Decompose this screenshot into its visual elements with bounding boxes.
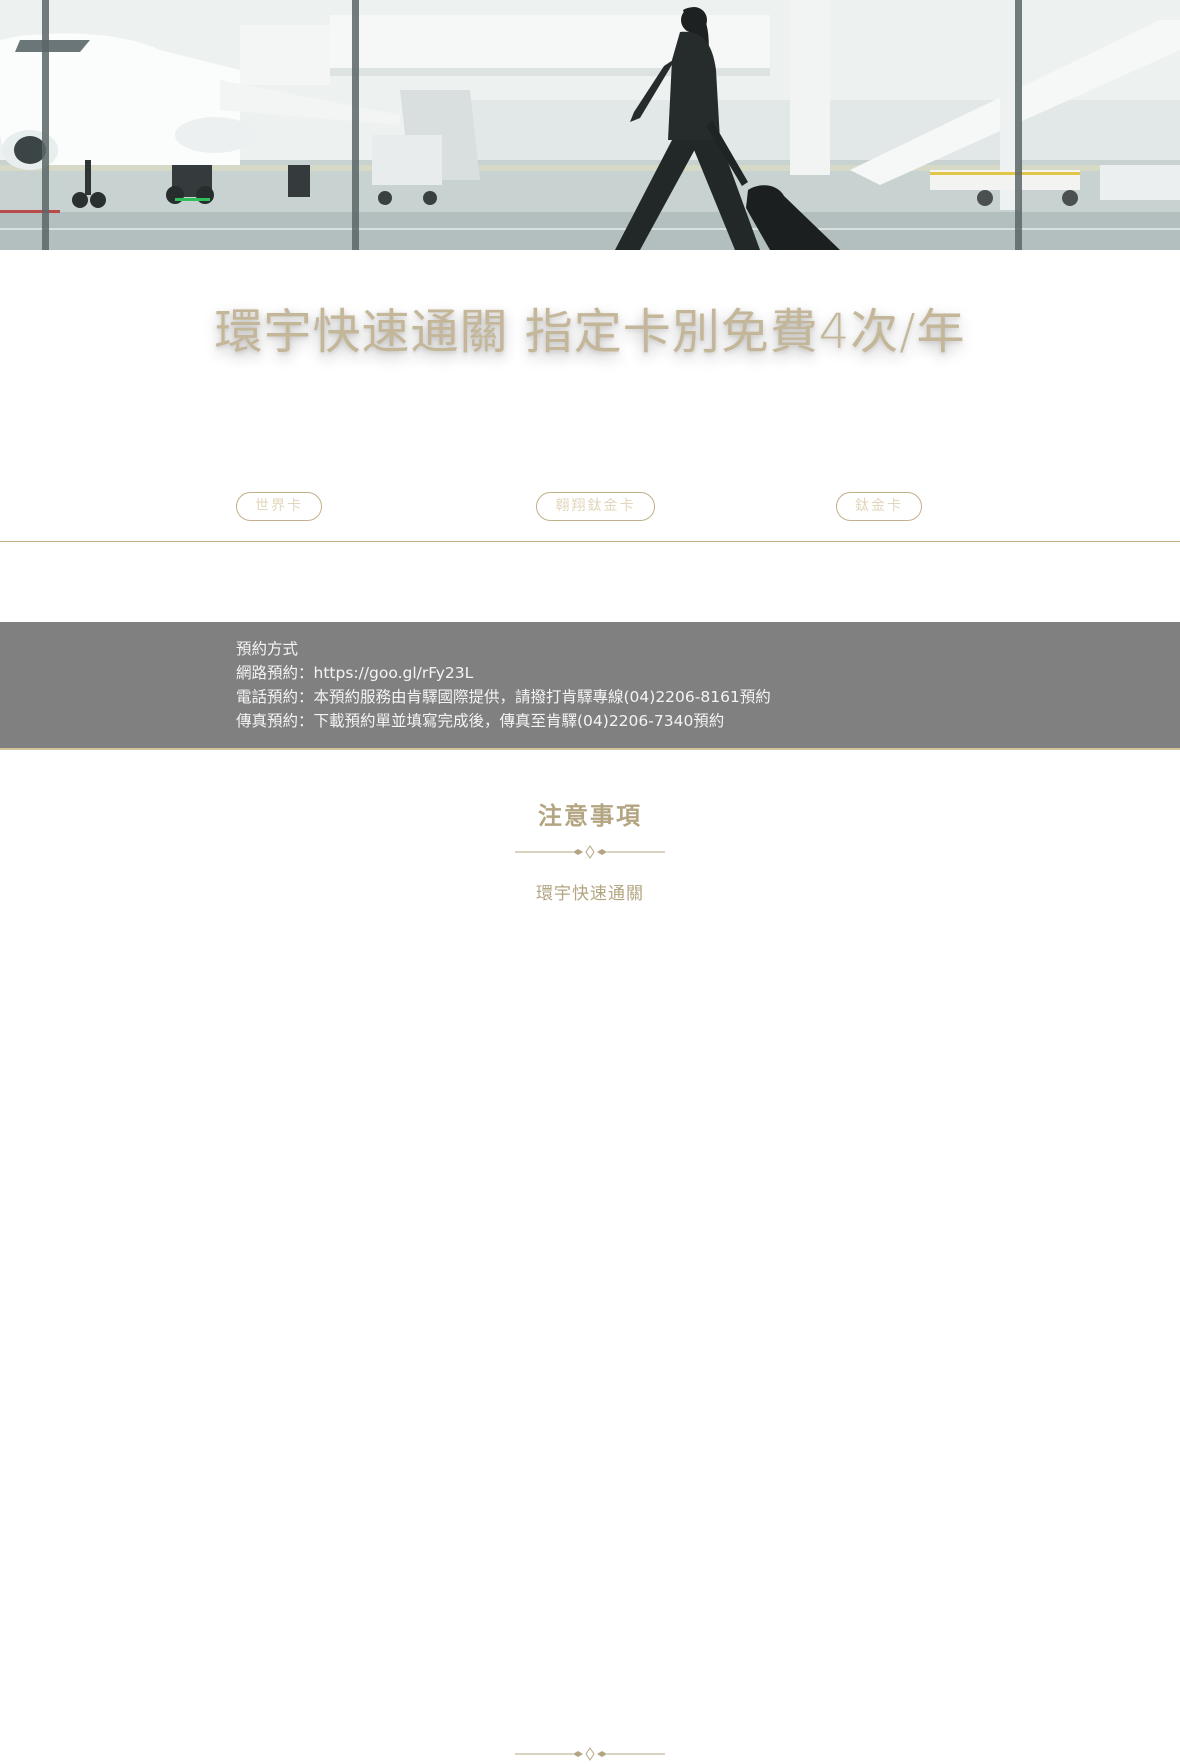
tab-titanium-card[interactable]: 鈦金卡 [836, 492, 922, 521]
page: 環宇快速通關 指定卡別免費4次/年 世界卡 翱翔鈦金卡 鈦金卡 預約方式 網路預… [0, 0, 1180, 1764]
notes-heading: 注意事項 [538, 802, 642, 830]
ornament-divider-icon [515, 1747, 665, 1761]
notes-subheading: 環宇快速通關 [536, 884, 644, 904]
reservation-online: 網路預約：https://goo.gl/rFy23L [236, 664, 474, 682]
hero-banner-image [0, 0, 1180, 250]
tab-world-card[interactable]: 世界卡 [236, 492, 322, 521]
tab-aoxiang-titanium-card[interactable]: 翱翔鈦金卡 [536, 492, 655, 521]
reservation-heading: 預約方式 [236, 640, 299, 658]
reservation-fax: 傳真預約：下載預約單並填寫完成後，傳真至肯驛(04)2206-7340預約 [236, 712, 725, 730]
promo-title: 環宇快速通關 指定卡別免費4次/年 [214, 304, 966, 360]
reservation-text: 預約方式 網路預約：https://goo.gl/rFy23L 電話預約：本預約… [236, 637, 771, 733]
tabs-divider [0, 541, 1180, 542]
reservation-phone: 電話預約：本預約服務由肯驛國際提供，請撥打肯驛專線(04)2206-8161預約 [236, 688, 771, 706]
reservation-info-box: 預約方式 網路預約：https://goo.gl/rFy23L 電話預約：本預約… [0, 622, 1180, 750]
ornament-divider-icon [515, 845, 665, 859]
